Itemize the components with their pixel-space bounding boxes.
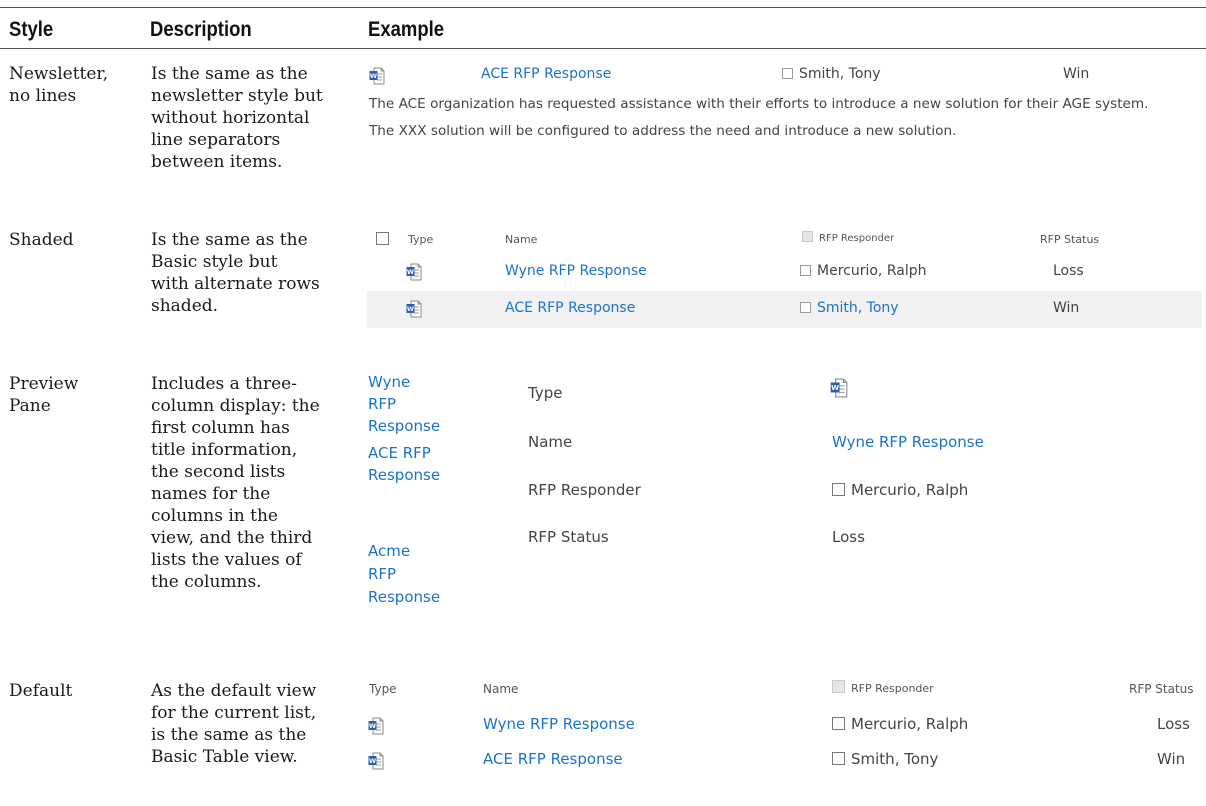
- default-row1-name[interactable]: Wyne RFP Response: [483, 715, 635, 733]
- preview-value-responder: Mercurio, Ralph: [832, 481, 968, 499]
- presence-icon: [832, 752, 845, 765]
- default-row1-status: Loss: [1157, 715, 1190, 733]
- newsletter-body-line2: The XXX solution will be configured to a…: [369, 123, 957, 139]
- row-preview-style: Preview Pane: [9, 374, 79, 416]
- preview-value-status: Loss: [832, 528, 865, 546]
- default-row2-status: Win: [1157, 750, 1186, 768]
- word-document-icon: W: [406, 300, 422, 318]
- shaded-row2-name[interactable]: ACE RFP Response: [505, 300, 635, 316]
- shaded-col-type[interactable]: Type: [408, 233, 433, 246]
- default-col-type[interactable]: Type: [369, 682, 397, 696]
- default-col-name[interactable]: Name: [483, 682, 518, 696]
- preview-field-type: Type: [528, 384, 563, 402]
- preview-value-name[interactable]: Wyne RFP Response: [832, 433, 984, 451]
- newsletter-body-line1: The ACE organization has requested assis…: [369, 96, 1149, 112]
- presence-header-icon: [832, 680, 845, 693]
- row-shaded-description: Is the same as the Basic style but with …: [151, 230, 320, 316]
- svg-text:W: W: [369, 757, 376, 765]
- shaded-row2-responder[interactable]: Smith, Tony: [800, 300, 899, 316]
- row-preview-description: Includes a three- column display: the fi…: [151, 374, 320, 592]
- shaded-col-responder[interactable]: RFP Responder: [802, 231, 894, 244]
- top-rule: [0, 7, 1206, 8]
- row-newsletter-description: Is the same as the newsletter style but …: [151, 64, 323, 172]
- svg-text:W: W: [407, 268, 414, 276]
- preview-title-ace[interactable]: ACE RFP Response: [368, 442, 440, 486]
- row-shaded-style: Shaded: [9, 230, 74, 250]
- header-style: Style: [9, 18, 54, 41]
- preview-field-responder: RFP Responder: [528, 481, 641, 499]
- svg-text:W: W: [369, 722, 376, 730]
- newsletter-item-name[interactable]: ACE RFP Response: [481, 66, 611, 82]
- row-default-description: As the default view for the current list…: [151, 681, 317, 767]
- default-row2-responder: Smith, Tony: [832, 750, 938, 768]
- preview-field-status: RFP Status: [528, 528, 609, 546]
- newsletter-item-responder: Smith, Tony: [782, 66, 881, 82]
- word-document-icon: W: [368, 717, 384, 735]
- svg-text:W: W: [370, 72, 377, 80]
- row-newsletter-style: Newsletter, no lines: [9, 64, 109, 106]
- newsletter-item-status: Win: [1063, 66, 1090, 82]
- shaded-col-status[interactable]: RFP Status: [1040, 233, 1099, 246]
- svg-text:W: W: [407, 305, 414, 313]
- header-rule: [0, 48, 1206, 49]
- presence-icon: [800, 302, 811, 313]
- word-document-icon: W: [830, 378, 848, 398]
- shaded-row2-status: Win: [1053, 300, 1080, 316]
- svg-text:W: W: [831, 383, 839, 392]
- default-row1-responder: Mercurio, Ralph: [832, 715, 968, 733]
- header-example: Example: [368, 18, 445, 41]
- presence-icon: [782, 68, 793, 79]
- default-row2-name[interactable]: ACE RFP Response: [483, 750, 623, 768]
- presence-icon: [800, 265, 811, 276]
- preview-title-acme[interactable]: Acme RFP Response: [368, 540, 440, 609]
- word-document-icon: W: [368, 752, 384, 770]
- presence-icon: [832, 717, 845, 730]
- shaded-row1-name[interactable]: Wyne RFP Response: [505, 263, 647, 279]
- presence-icon: [832, 483, 845, 496]
- preview-title-wyne[interactable]: Wyne RFP Response: [368, 371, 440, 437]
- shaded-col-name[interactable]: Name: [505, 233, 537, 246]
- header-description: Description: [150, 18, 252, 41]
- word-document-icon: W: [369, 67, 385, 85]
- word-document-icon: W: [406, 263, 422, 281]
- preview-field-name: Name: [528, 433, 573, 451]
- shaded-row1-responder: Mercurio, Ralph: [800, 263, 926, 279]
- default-col-responder[interactable]: RFP Responder: [832, 680, 934, 695]
- row-default-style: Default: [9, 681, 73, 701]
- presence-header-icon: [802, 231, 813, 242]
- default-col-status[interactable]: RFP Status: [1129, 682, 1194, 696]
- select-all-checkbox[interactable]: [376, 231, 395, 249]
- shaded-row1-status: Loss: [1053, 263, 1084, 279]
